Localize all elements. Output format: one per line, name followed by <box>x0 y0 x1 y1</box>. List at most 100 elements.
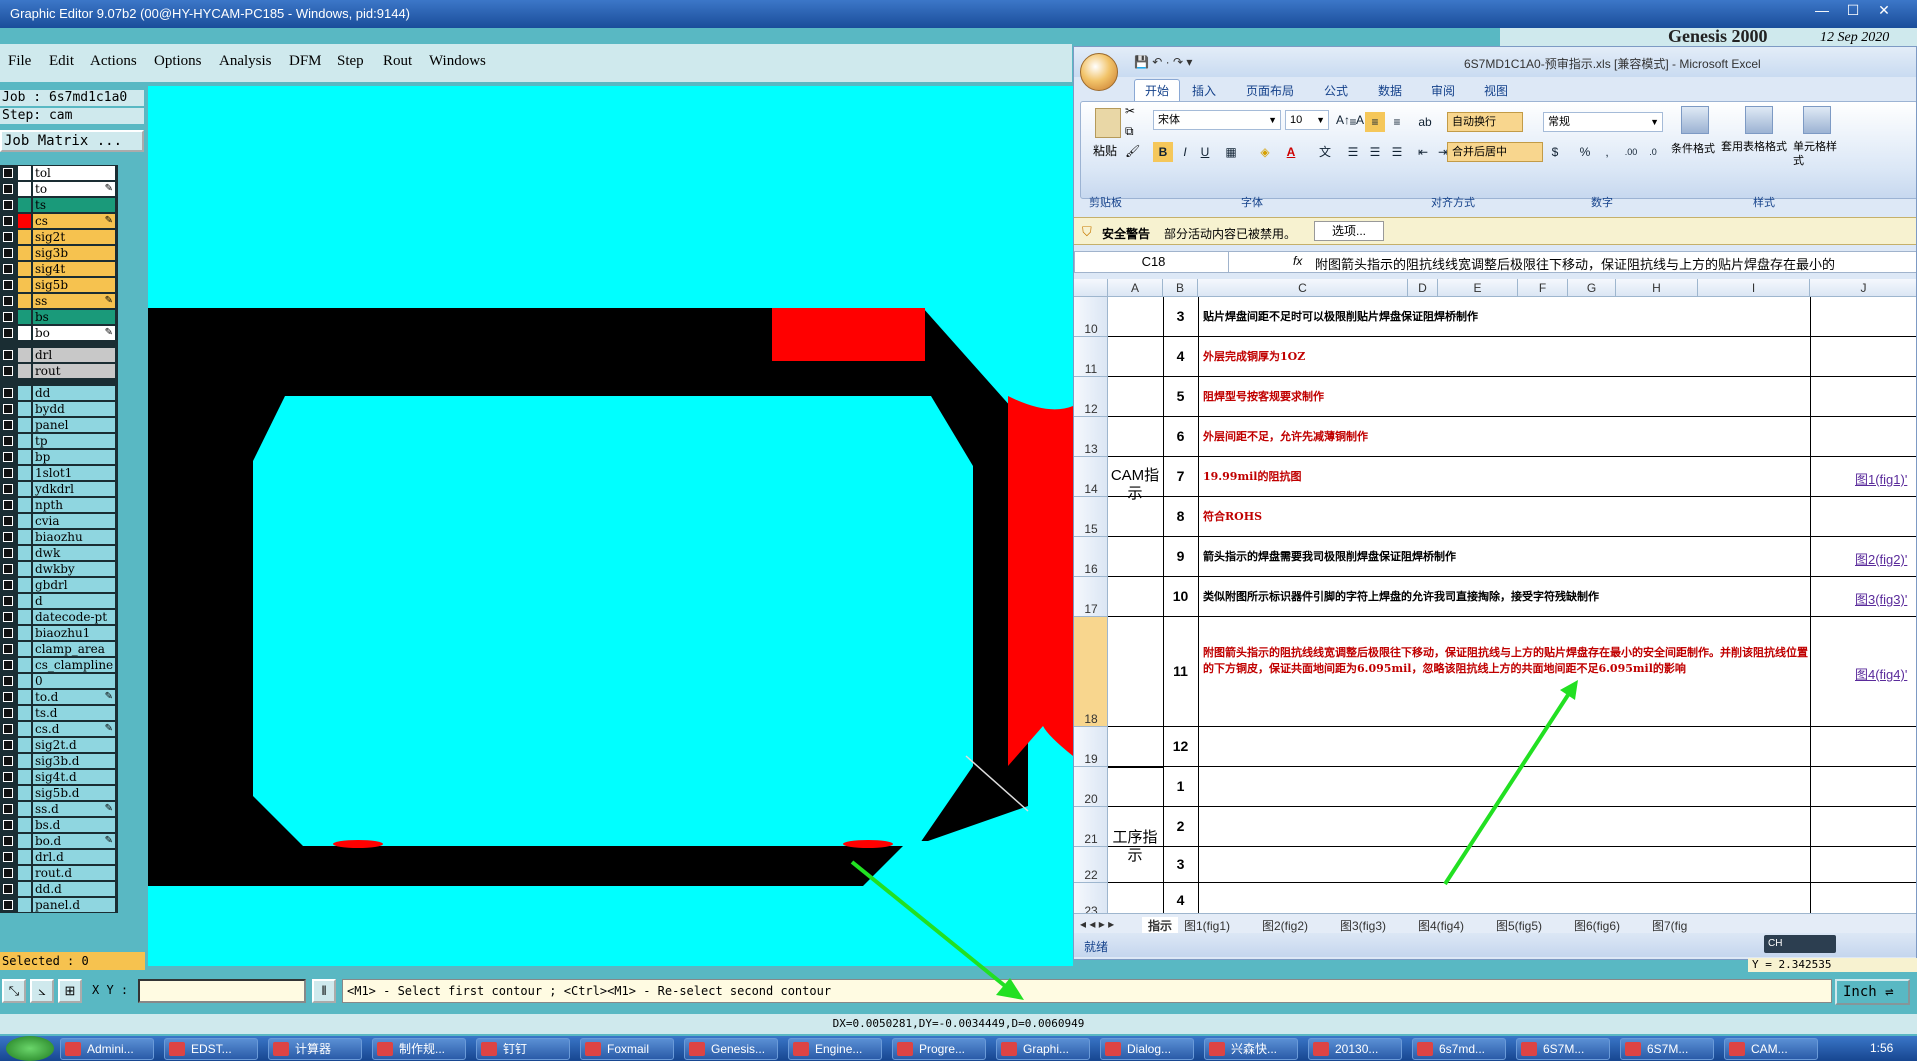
table-row[interactable]: 10 类似附图所示标识器件引脚的字符上焊盘的允许我司直接掏除，接受字符残缺制作 图3… <box>1108 577 1916 617</box>
sheet-tab[interactable]: 图7(fig <box>1652 917 1687 934</box>
align-middle-icon[interactable]: ≡ <box>1365 112 1385 132</box>
column-header[interactable]: H <box>1616 279 1698 297</box>
job-matrix-button[interactable]: Job Matrix ... <box>0 130 144 152</box>
layer-name[interactable]: drl <box>33 348 115 362</box>
graphic-canvas[interactable] <box>148 86 1073 966</box>
layer-color[interactable] <box>18 310 31 324</box>
column-header[interactable]: E <box>1438 279 1518 297</box>
layer-checkbox[interactable] <box>3 184 13 194</box>
instruction-text[interactable]: 箭头指示的焊盘需要我司极限削焊盘保证阻焊桥制作 <box>1203 549 1813 565</box>
layer-checkbox[interactable] <box>3 596 13 606</box>
instruction-text[interactable]: 外层完成铜厚为1OZ <box>1203 349 1813 365</box>
layer-checkbox[interactable] <box>3 168 13 178</box>
taskbar-item[interactable]: EDST... <box>164 1038 258 1060</box>
units-button[interactable]: Inch ⇌ <box>1835 979 1910 1005</box>
layer-color[interactable] <box>18 450 31 464</box>
layer-checkbox[interactable] <box>3 788 13 798</box>
layer-color[interactable] <box>18 674 31 688</box>
layer-name[interactable]: cs_clampline <box>33 658 115 672</box>
layer-row[interactable]: dd <box>0 386 118 400</box>
layer-name[interactable]: dd <box>33 386 115 400</box>
table-row[interactable]: 4 外层完成铜厚为1OZ <box>1108 337 1916 377</box>
layer-color[interactable] <box>18 482 31 496</box>
layer-name[interactable]: biaozhu <box>33 530 115 544</box>
figure-link[interactable]: 图4(fig4)' <box>1855 664 1907 683</box>
align-center-icon[interactable]: ☰ <box>1365 142 1385 162</box>
align-right-icon[interactable]: ☰ <box>1387 142 1407 162</box>
measure-icon[interactable]: ⦣ <box>30 979 54 1003</box>
layer-checkbox[interactable] <box>3 516 13 526</box>
layer-checkbox[interactable] <box>3 612 13 622</box>
tab-home[interactable]: 开始 <box>1134 79 1181 101</box>
layer-color[interactable] <box>18 546 31 560</box>
menu-dfm[interactable]: DFM <box>289 53 322 70</box>
layer-color[interactable] <box>18 262 31 276</box>
layer-row[interactable]: sig3b.d <box>0 754 118 768</box>
paste-icon[interactable] <box>1095 108 1121 138</box>
layer-row[interactable]: ts.d <box>0 706 118 720</box>
wrap-text-button[interactable]: 自动换行 <box>1447 112 1523 132</box>
row-header[interactable]: 18 <box>1074 617 1108 727</box>
row-header[interactable]: 20 <box>1074 767 1108 807</box>
layer-color[interactable] <box>18 294 31 308</box>
layer-checkbox[interactable] <box>3 216 13 226</box>
tab-review[interactable]: 审阅 <box>1431 82 1455 99</box>
layer-checkbox[interactable] <box>3 580 13 590</box>
comma-icon[interactable]: , <box>1597 142 1617 162</box>
layer-color[interactable] <box>18 770 31 784</box>
layer-checkbox[interactable] <box>3 836 13 846</box>
layer-color[interactable] <box>18 386 31 400</box>
layer-name[interactable]: panel.d <box>33 898 115 912</box>
excel-window[interactable]: 💾 ↶ · ↷ ▾ 6S7MD1C1A0-预审指示.xls [兼容模式] - M… <box>1073 46 1917 960</box>
layer-color[interactable] <box>18 278 31 292</box>
pause-icon[interactable]: ‖ <box>312 979 336 1003</box>
layer-checkbox[interactable] <box>3 232 13 242</box>
format-painter-icon[interactable]: 🖌 <box>1125 144 1140 158</box>
figure-link[interactable]: 图3(fig3)' <box>1855 589 1907 608</box>
layer-name[interactable]: ss.d <box>33 802 115 816</box>
layer-name[interactable]: 0 <box>33 674 115 688</box>
layer-checkbox[interactable] <box>3 452 13 462</box>
column-header[interactable]: J <box>1810 279 1916 297</box>
layer-color[interactable] <box>18 364 31 378</box>
layer-checkbox[interactable] <box>3 564 13 574</box>
layer-name[interactable]: tp <box>33 434 115 448</box>
layer-name[interactable]: tol <box>33 166 115 180</box>
layer-name[interactable]: bs <box>33 310 115 324</box>
layer-checkbox[interactable] <box>3 676 13 686</box>
layer-checkbox[interactable] <box>3 852 13 862</box>
layer-color[interactable] <box>18 326 31 340</box>
table-row[interactable]: 9 箭头指示的焊盘需要我司极限削焊盘保证阻焊桥制作 图2(fig2)' <box>1108 537 1916 577</box>
layer-color[interactable] <box>18 594 31 608</box>
layer-checkbox[interactable] <box>3 724 13 734</box>
sheet-tab[interactable]: 图5(fig5) <box>1496 917 1542 934</box>
layer-name[interactable]: npth <box>33 498 115 512</box>
layer-color[interactable] <box>18 434 31 448</box>
taskbar-item[interactable]: Dialog... <box>1100 1038 1194 1060</box>
layer-checkbox[interactable] <box>3 296 13 306</box>
layer-row[interactable]: sig2t <box>0 230 118 244</box>
layer-row[interactable]: bs <box>0 310 118 324</box>
row-header[interactable]: 19 <box>1074 727 1108 767</box>
layer-name[interactable]: drl.d <box>33 850 115 864</box>
layer-checkbox[interactable] <box>3 644 13 654</box>
layer-color[interactable] <box>18 348 31 362</box>
layer-row[interactable]: dwk <box>0 546 118 560</box>
layer-row[interactable]: drl <box>0 348 118 362</box>
layer-name[interactable]: ydkdrl <box>33 482 115 496</box>
table-row[interactable]: 11 附图箭头指示的阻抗线线宽调整后极限往下移动，保证阻抗线与上方的贴片焊盘存在最… <box>1108 617 1916 727</box>
taskbar-item[interactable]: 制作规... <box>372 1038 466 1060</box>
layer-name[interactable]: to.d <box>33 690 115 704</box>
number-format-select[interactable]: 常规 ▼ <box>1543 112 1663 132</box>
layer-name[interactable]: sig3b.d <box>33 754 115 768</box>
layer-color[interactable] <box>18 706 31 720</box>
layer-color[interactable] <box>18 626 31 640</box>
layer-row[interactable]: cs.d ✎ <box>0 722 118 736</box>
table-row[interactable]: 2 <box>1108 807 1916 847</box>
layer-checkbox[interactable] <box>3 532 13 542</box>
font-name-select[interactable]: 宋体 ▼ <box>1153 110 1281 130</box>
row-header[interactable]: 22 <box>1074 847 1108 883</box>
layer-checkbox[interactable] <box>3 740 13 750</box>
layer-row[interactable]: rout.d <box>0 866 118 880</box>
table-row[interactable]: 6 外层间距不足，允许先减薄铜制作 <box>1108 417 1916 457</box>
